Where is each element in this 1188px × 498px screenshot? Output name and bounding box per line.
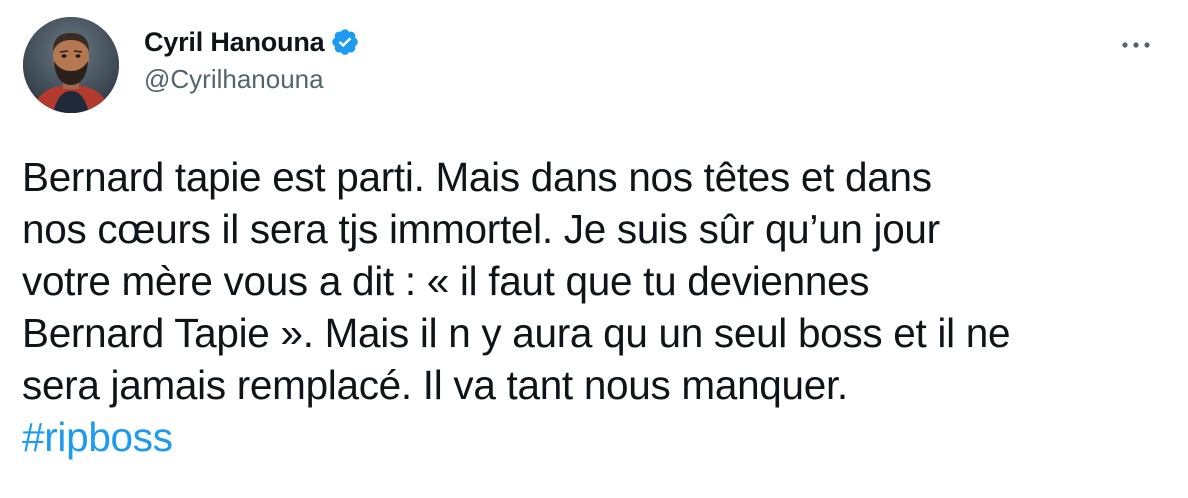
name-row: Cyril Hanouna <box>144 24 360 60</box>
display-name[interactable]: Cyril Hanouna <box>144 27 325 58</box>
avatar[interactable] <box>23 17 119 113</box>
tweet-text-line: Bernard Tapie ». Mais il n y aura qu un … <box>22 310 1011 356</box>
tweet-text-line: votre mère vous a dit : « il faut que tu… <box>22 258 870 304</box>
tweet-card: Cyril Hanouna @Cyrilhanouna Bernard tapi… <box>0 0 1188 498</box>
tweet-text-line: nos cœurs il sera tjs immortel. Je suis … <box>22 206 940 252</box>
user-handle[interactable]: @Cyrilhanouna <box>144 64 360 95</box>
more-options-icon[interactable] <box>1114 30 1158 60</box>
author-block: Cyril Hanouna @Cyrilhanouna <box>144 24 360 95</box>
tweet-text: Bernard tapie est parti. Mais dans nos t… <box>22 151 1172 463</box>
tweet-text-line: sera jamais remplacé. Il va tant nous ma… <box>22 362 848 408</box>
tweet-text-line: Bernard tapie est parti. Mais dans nos t… <box>22 154 932 200</box>
verified-badge-icon <box>330 27 360 57</box>
hashtag-link[interactable]: #ripboss <box>22 411 1172 463</box>
profile-photo-icon <box>23 17 119 113</box>
